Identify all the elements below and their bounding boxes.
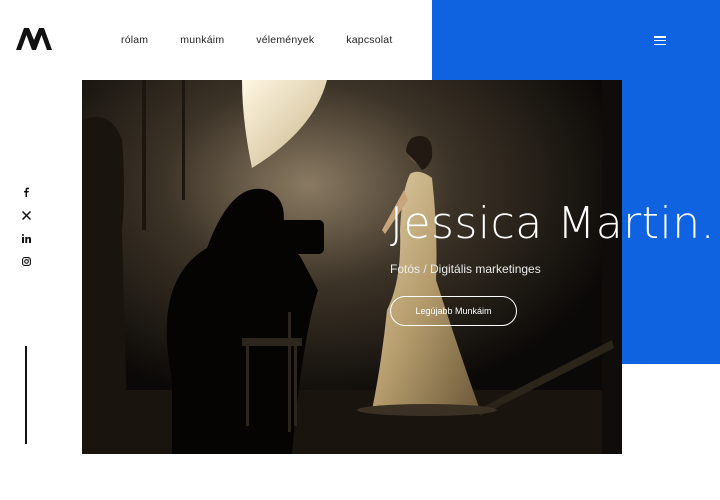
instagram-icon[interactable] bbox=[17, 255, 35, 267]
social-links bbox=[17, 186, 35, 267]
nav-link-testimonials[interactable]: vélemények bbox=[256, 34, 314, 46]
photo-studio-scene bbox=[82, 80, 622, 454]
hero-photo bbox=[82, 80, 622, 454]
linkedin-icon[interactable] bbox=[17, 232, 35, 244]
facebook-icon[interactable] bbox=[17, 186, 35, 198]
nav-link-works[interactable]: munkáim bbox=[180, 34, 224, 46]
hero-name-heading: Jessica Martin. bbox=[390, 198, 716, 249]
latest-works-button[interactable]: Legújabb Munkáim bbox=[390, 296, 517, 326]
nav-link-about[interactable]: rólam bbox=[121, 34, 148, 46]
hero-subtitle: Fotós / Digitális marketinges bbox=[390, 262, 541, 276]
nav-link-contact[interactable]: kapcsolat bbox=[346, 34, 392, 46]
main-navigation: rólam munkáim vélemények kapcsolat bbox=[121, 34, 392, 46]
hamburger-menu-icon[interactable] bbox=[654, 34, 672, 46]
stylized-m-logo[interactable] bbox=[16, 28, 52, 50]
x-icon[interactable] bbox=[17, 209, 35, 221]
scroll-indicator-line bbox=[25, 346, 27, 444]
